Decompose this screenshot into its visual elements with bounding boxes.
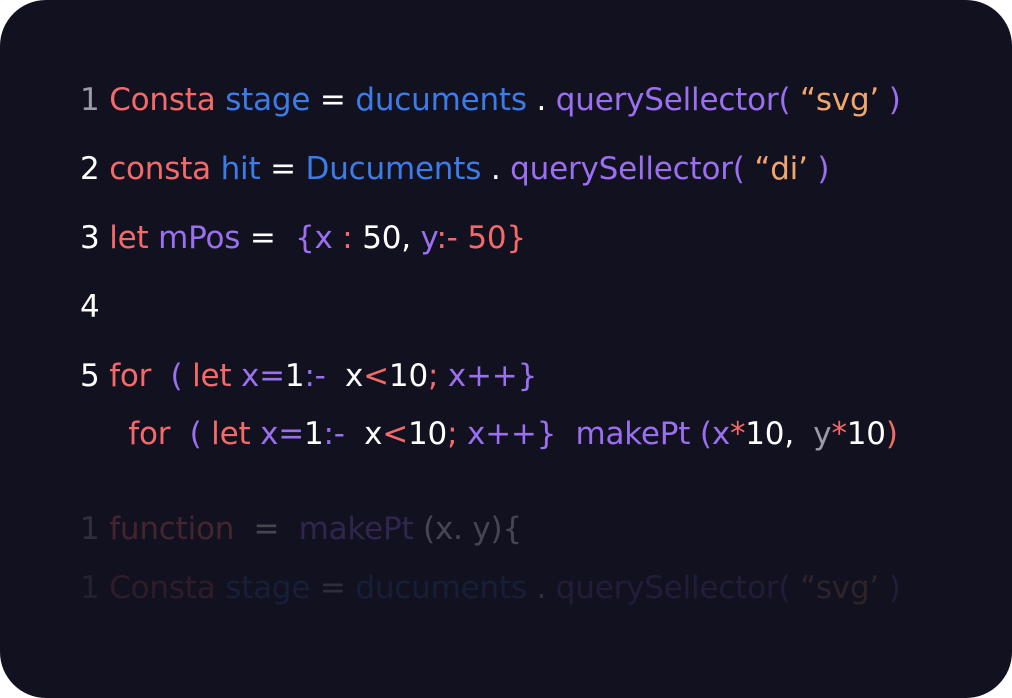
code-token: = — [310, 82, 356, 118]
code-token: ) — [807, 151, 830, 187]
code-token: ( — [170, 416, 212, 452]
code-token: = — [234, 511, 299, 547]
code-token: = — [260, 151, 306, 187]
code-token: 10 — [388, 358, 428, 394]
code-token: 1 — [284, 358, 305, 394]
code-token: hit — [220, 151, 261, 187]
code-token: Consta — [109, 570, 216, 606]
code-token: querySellector( — [555, 82, 791, 118]
code-token: ) — [885, 416, 898, 452]
code-token: ducuments — [355, 82, 527, 118]
code-token: 10 — [846, 416, 886, 452]
code-token: * — [729, 416, 746, 452]
code-token: 10 — [408, 416, 448, 452]
code-token: 1 — [80, 570, 110, 606]
code-token: : — [332, 220, 363, 256]
code-token: 5 — [80, 358, 110, 394]
code-token: 4 — [80, 289, 100, 325]
code-token: let — [211, 416, 251, 452]
code-token: x= — [231, 358, 285, 394]
code-token: for — [128, 416, 171, 452]
code-token: = — [240, 220, 295, 256]
code-token: . — [526, 570, 556, 606]
code-token: stage — [225, 570, 311, 606]
code-token: < — [363, 358, 389, 394]
code-token: 50, — [362, 220, 411, 256]
code-token: ) — [879, 570, 901, 606]
code-token: function — [109, 511, 235, 547]
code-token: “di’ — [744, 151, 808, 187]
code-token: “svg’ — [790, 82, 880, 118]
code-line-1: 1 Consta stage = ducuments . querySellec… — [80, 80, 901, 120]
code-token: y — [410, 220, 437, 256]
code-token: ) — [879, 82, 901, 118]
code-token: querySellector( — [510, 151, 745, 187]
code-token: x++} — [457, 416, 557, 452]
code-token: 1 — [80, 511, 110, 547]
code-token: x++} — [438, 358, 538, 394]
code-token: stage — [225, 82, 311, 118]
code-token: makePt — [556, 416, 691, 452]
code-token: for — [109, 358, 152, 394]
code-token: x — [325, 358, 364, 394]
code-token: :- — [323, 416, 345, 452]
code-token: makePt — [298, 511, 414, 547]
code-token: = — [310, 570, 356, 606]
code-line-4: 4 — [80, 287, 100, 327]
code-token: 50} — [457, 220, 526, 256]
code-token: 1 — [80, 82, 110, 118]
code-line-3: 3 let mPos = {x : 50, y:- 50} — [80, 218, 526, 258]
code-token: ( — [151, 358, 193, 394]
code-token: (x. y){ — [413, 511, 522, 547]
code-token: 2 — [80, 151, 110, 187]
code-token: Ducuments — [305, 151, 482, 187]
code-token: y — [793, 416, 832, 452]
code-token: 3 — [80, 220, 110, 256]
code-line-8-faded: 1 Consta stage = ducuments . querySellec… — [80, 568, 901, 608]
code-token: let — [192, 358, 232, 394]
code-line-7-faded: 1 function = makePt (x. y){ — [80, 509, 522, 549]
code-token: ducuments — [355, 570, 527, 606]
code-token: mPos — [148, 220, 241, 256]
code-token: Consta — [109, 82, 216, 118]
code-token: 10, — [745, 416, 794, 452]
code-token: ; — [427, 358, 439, 394]
code-line-2: 2 consta hit = Ducuments . querySellecto… — [80, 149, 830, 189]
code-token: (x — [690, 416, 730, 452]
code-token: * — [831, 416, 847, 452]
code-token: x= — [250, 416, 304, 452]
code-line-6: for ( let x=1:- x<10; x++} makePt (x*10,… — [80, 414, 898, 454]
code-token: {x — [294, 220, 333, 256]
code-token: consta — [109, 151, 211, 187]
code-token: let — [109, 220, 149, 256]
code-token: . — [481, 151, 511, 187]
code-editor-card: 1 Consta stage = ducuments . querySellec… — [0, 0, 1012, 698]
code-token: querySellector( — [555, 570, 791, 606]
code-token: ; — [447, 416, 458, 452]
code-token: :- — [304, 358, 326, 394]
code-token: 1 — [304, 416, 324, 452]
code-token: x — [344, 416, 383, 452]
code-line-5: 5 for ( let x=1:- x<10; x++} — [80, 356, 537, 396]
code-token: . — [526, 82, 556, 118]
code-token: “svg’ — [790, 570, 880, 606]
code-token: < — [382, 416, 409, 452]
code-token: :- — [436, 220, 458, 256]
